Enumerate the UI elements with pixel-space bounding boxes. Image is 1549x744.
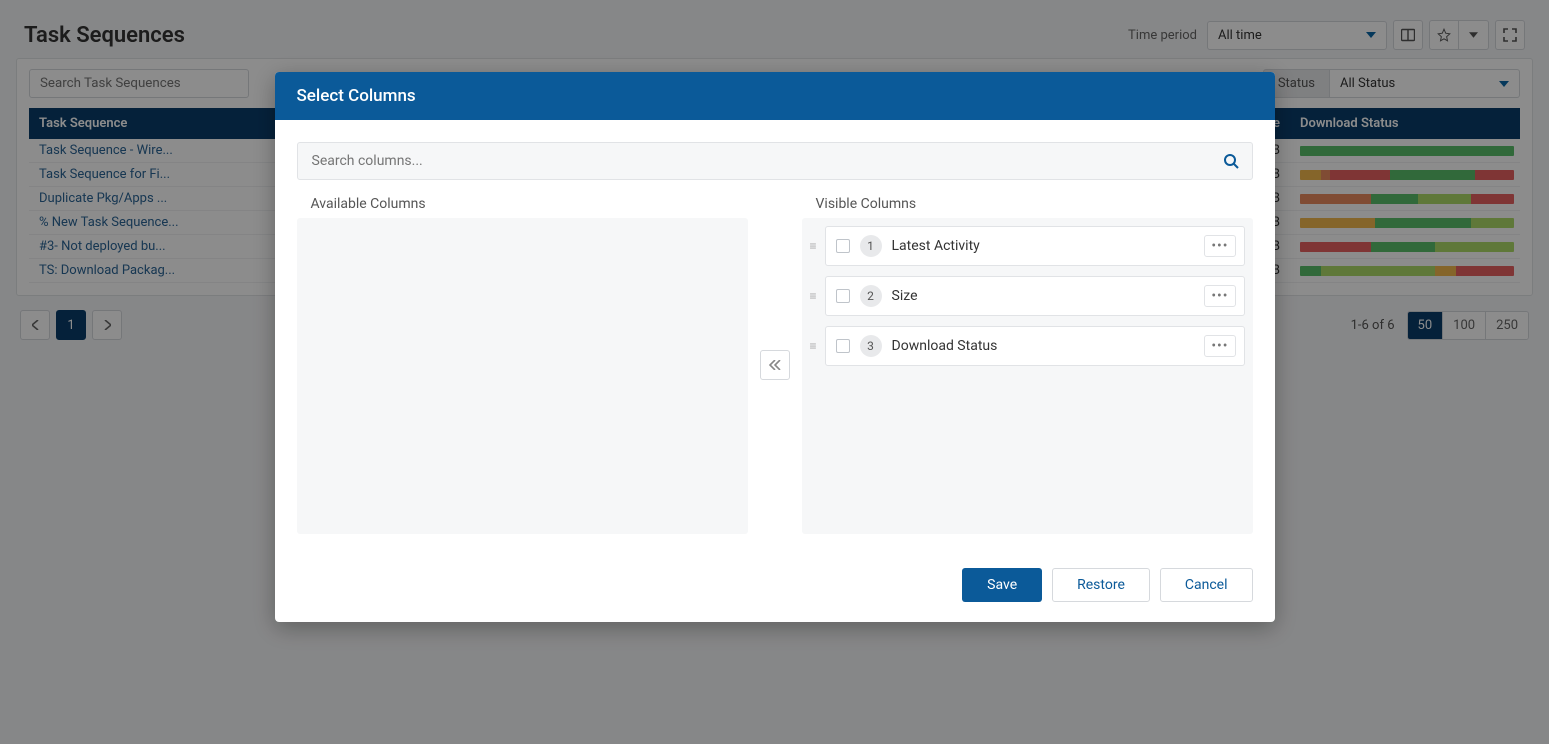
column-order-badge: 3 bbox=[860, 335, 882, 357]
drag-handle-icon[interactable]: ≡ bbox=[810, 240, 817, 252]
column-label: Download Status bbox=[892, 338, 1195, 354]
visible-column-card[interactable]: 1 Latest Activity ••• bbox=[825, 226, 1245, 266]
restore-button[interactable]: Restore bbox=[1052, 568, 1150, 602]
column-more-button[interactable]: ••• bbox=[1204, 285, 1235, 307]
double-chevron-left-icon bbox=[769, 360, 781, 370]
available-columns-box[interactable] bbox=[297, 218, 748, 534]
column-order-badge: 1 bbox=[860, 235, 882, 257]
modal-search-input[interactable] bbox=[297, 142, 1253, 180]
save-button[interactable]: Save bbox=[962, 568, 1042, 602]
column-checkbox[interactable] bbox=[836, 339, 850, 353]
search-icon[interactable] bbox=[1223, 153, 1239, 169]
cancel-button[interactable]: Cancel bbox=[1160, 568, 1253, 602]
visible-columns-label: Visible Columns bbox=[802, 196, 1253, 218]
modal-title: Select Columns bbox=[275, 72, 1275, 120]
visible-columns-box[interactable]: ≡ 1 Latest Activity ••• ≡ 2 Size ••• ≡ 3 Download … bbox=[802, 218, 1253, 534]
move-all-left-button[interactable] bbox=[760, 350, 790, 380]
modal-footer: Save Restore Cancel bbox=[275, 556, 1275, 622]
visible-column-card[interactable]: 3 Download Status ••• bbox=[825, 326, 1245, 366]
available-columns-panel: Available Columns bbox=[297, 196, 748, 534]
column-more-button[interactable]: ••• bbox=[1204, 235, 1235, 257]
column-label: Size bbox=[892, 288, 1195, 304]
visible-column-item: ≡ 1 Latest Activity ••• bbox=[810, 226, 1245, 266]
column-label: Latest Activity bbox=[892, 238, 1195, 254]
move-column bbox=[760, 350, 790, 380]
visible-columns-panel: Visible Columns ≡ 1 Latest Activity ••• ≡ 2 Si… bbox=[802, 196, 1253, 534]
column-checkbox[interactable] bbox=[836, 239, 850, 253]
select-columns-modal: Select Columns Available Columns Visible… bbox=[275, 72, 1275, 622]
drag-handle-icon[interactable]: ≡ bbox=[810, 290, 817, 302]
drag-handle-icon[interactable]: ≡ bbox=[810, 340, 817, 352]
visible-column-item: ≡ 2 Size ••• bbox=[810, 276, 1245, 316]
visible-column-item: ≡ 3 Download Status ••• bbox=[810, 326, 1245, 366]
column-order-badge: 2 bbox=[860, 285, 882, 307]
column-checkbox[interactable] bbox=[836, 289, 850, 303]
modal-search-wrap bbox=[297, 142, 1253, 180]
visible-column-card[interactable]: 2 Size ••• bbox=[825, 276, 1245, 316]
columns-layout: Available Columns Visible Columns ≡ 1 Late… bbox=[297, 196, 1253, 534]
modal-body: Available Columns Visible Columns ≡ 1 Late… bbox=[275, 120, 1275, 556]
available-columns-label: Available Columns bbox=[297, 196, 748, 218]
column-more-button[interactable]: ••• bbox=[1204, 335, 1235, 357]
